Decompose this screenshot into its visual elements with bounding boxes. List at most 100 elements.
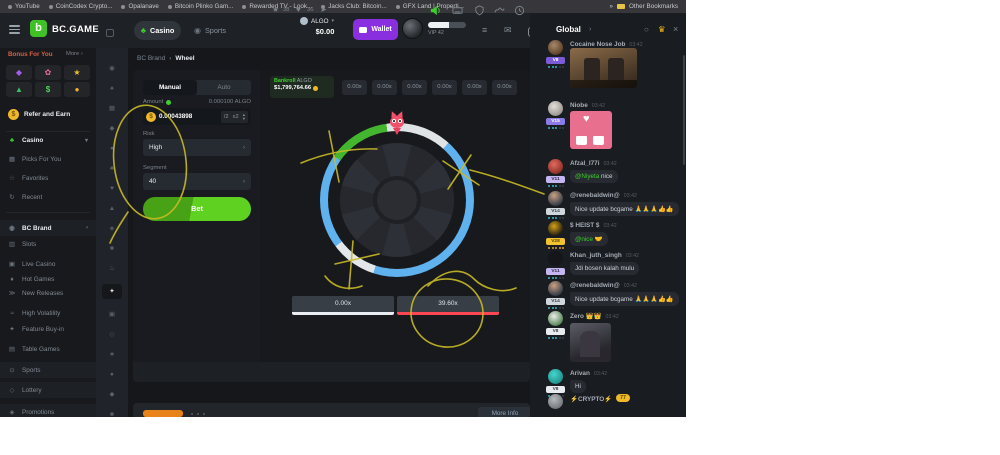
nav-tab-casino[interactable]: ♣ Casino [134, 21, 181, 40]
avatar[interactable] [548, 311, 563, 326]
rail-icon[interactable]: ◈ [108, 224, 117, 233]
sidebar-item-promotions[interactable]: ◈Promotions [0, 404, 96, 417]
sidebar-item-lottery[interactable]: ◇Lottery [0, 382, 96, 398]
vip-progress[interactable]: VIP 42 [428, 22, 468, 36]
history-chip[interactable]: 0.00x [402, 80, 427, 95]
bcgame-logo[interactable]: BC.GAME [52, 24, 99, 35]
nav-tab-sports[interactable]: ◉ Sports [187, 21, 233, 40]
rail-icon[interactable]: ▦ [108, 104, 117, 113]
history-chip[interactable]: 0.00x [462, 80, 487, 95]
sidebar-item-sports[interactable]: ⊙Sports [0, 362, 96, 378]
avatar[interactable] [548, 281, 563, 296]
rail-icon[interactable]: ♠ [108, 84, 117, 93]
sidebar-item-casino[interactable]: ♣ Casino▾ [0, 132, 96, 148]
hotkeys-icon[interactable] [452, 5, 463, 16]
rail-icon[interactable]: ♣ [108, 164, 117, 173]
sidebar-item-picks[interactable]: ▦Picks For You [0, 151, 96, 167]
sidebar-item-bc-brand[interactable]: ◉ BC Brand› [0, 220, 96, 236]
other-bookmarks[interactable]: Other Bookmarks [629, 3, 678, 10]
live-stats-icon[interactable] [494, 5, 505, 16]
rail-icon[interactable]: ■ [108, 244, 117, 253]
bet-button[interactable]: Bet [143, 197, 251, 221]
bcgame-logo-icon[interactable]: b [30, 20, 47, 37]
provider-tag[interactable] [143, 410, 183, 417]
user-avatar[interactable] [402, 18, 423, 39]
sidebar-item-table-games[interactable]: ▤Table Games [0, 341, 96, 357]
history-icon[interactable] [514, 5, 525, 16]
browser-tab[interactable]: YouTube [8, 3, 40, 10]
rail-icon[interactable]: ◆ [108, 124, 117, 133]
star-icon[interactable]: ★ [272, 5, 279, 14]
rail-icon[interactable]: ▲ [108, 204, 117, 213]
avatar[interactable] [548, 221, 563, 236]
sidebar-pin-icon[interactable] [106, 29, 114, 37]
bookmarks-overflow-icon[interactable]: » [609, 3, 613, 10]
history-chip[interactable]: 0.00x [342, 80, 367, 95]
avatar[interactable] [548, 40, 563, 55]
rail-icon[interactable]: ♨ [108, 264, 117, 273]
heart-icon[interactable]: ♥ [296, 5, 301, 14]
rail-icon[interactable]: ◇ [108, 330, 117, 339]
history-chip[interactable]: 0.00x [432, 80, 457, 95]
rail-icon[interactable]: ◆ [108, 390, 117, 399]
browser-tab[interactable]: Jacks Club: Bitcoin... [321, 3, 386, 10]
breadcrumb-root[interactable]: BC Brand [137, 55, 165, 62]
amount-input[interactable]: $ 0.00043898 /2 x2 ▴▾ [143, 108, 251, 125]
sidebar-item-recent[interactable]: ↻Recent [0, 189, 96, 205]
browser-tab[interactable]: Opalanave [121, 3, 158, 10]
avatar[interactable] [548, 369, 563, 384]
fairness-icon[interactable] [474, 5, 485, 16]
browser-tab[interactable]: CoinCodex Crypto... [49, 3, 113, 10]
bonus-more-link[interactable]: More › [66, 51, 83, 57]
rail-icon[interactable]: ◉ [108, 64, 117, 73]
segment-select[interactable]: 40 › [143, 173, 251, 190]
avatar[interactable] [548, 159, 563, 174]
tab-manual[interactable]: Manual [143, 80, 197, 95]
half-button[interactable]: /2 [224, 114, 229, 120]
browser-tab[interactable]: Bitcoin Plinko Gam... [168, 3, 233, 10]
chat-rules-icon[interactable]: ○ [644, 25, 649, 34]
bonus-tile-gem[interactable]: ◆ [6, 65, 32, 80]
more-info-button[interactable]: More Info [478, 407, 532, 417]
wallet-button[interactable]: Wallet [353, 19, 398, 40]
sound-icon[interactable] [430, 5, 441, 16]
double-button[interactable]: x2 [233, 114, 239, 120]
bonus-tile-money[interactable]: $ [35, 82, 61, 97]
bonus-tile-bell[interactable]: ● [64, 82, 90, 97]
bonus-tile-star[interactable]: ★ [64, 65, 90, 80]
menu-icon[interactable] [9, 25, 20, 34]
sidebar-item-live-casino[interactable]: ▣Live Casino [0, 256, 96, 272]
bonus-tile-egg[interactable]: ✿ [35, 65, 61, 80]
rail-icon[interactable]: ● [108, 144, 117, 153]
rail-icon[interactable]: ♥ [108, 184, 117, 193]
avatar[interactable] [548, 251, 563, 266]
avatar[interactable] [548, 394, 563, 409]
share-icon[interactable]: ➤ [320, 5, 327, 14]
refer-and-earn[interactable]: $ Refer and Earn [8, 109, 70, 120]
history-chip[interactable]: 0.00x [372, 80, 397, 95]
avatar[interactable] [548, 191, 563, 206]
tab-auto[interactable]: Auto [197, 80, 251, 95]
sidebar-item-favorites[interactable]: ☆Favorites [0, 170, 96, 186]
rail-icon[interactable]: ▣ [108, 310, 117, 319]
amount-stepper[interactable]: ▴▾ [243, 113, 245, 121]
currency-selector[interactable]: ALGO ▾ $0.00 [300, 17, 350, 44]
sidebar-item-feature-buyin[interactable]: ✦Feature Buy-in [0, 321, 96, 337]
inbox-icon[interactable]: ✉ [504, 25, 512, 36]
info-icon[interactable] [166, 100, 171, 105]
bonus-tile-plant[interactable]: ▲ [6, 82, 32, 97]
rail-icon[interactable]: ● [108, 370, 117, 379]
rail-icon[interactable]: ★ [108, 350, 117, 359]
chat-scrollbar[interactable] [683, 55, 685, 165]
risk-select[interactable]: High › [143, 139, 251, 156]
history-chip[interactable]: 0.00x [492, 80, 517, 95]
rail-icon-active[interactable]: ✦ [102, 284, 122, 299]
rail-icon[interactable]: ■ [108, 410, 117, 417]
chat-room-selector[interactable]: Global [556, 25, 581, 34]
quick-menu-icon[interactable]: ≡ [482, 25, 487, 35]
avatar[interactable] [548, 101, 563, 116]
sidebar-item-high-volatility[interactable]: ≈High Volatility [0, 305, 96, 321]
sidebar-item-slots[interactable]: ▥Slots [0, 236, 96, 252]
trophy-icon[interactable]: ♛ [658, 24, 666, 35]
close-chat-icon[interactable]: × [673, 24, 678, 34]
